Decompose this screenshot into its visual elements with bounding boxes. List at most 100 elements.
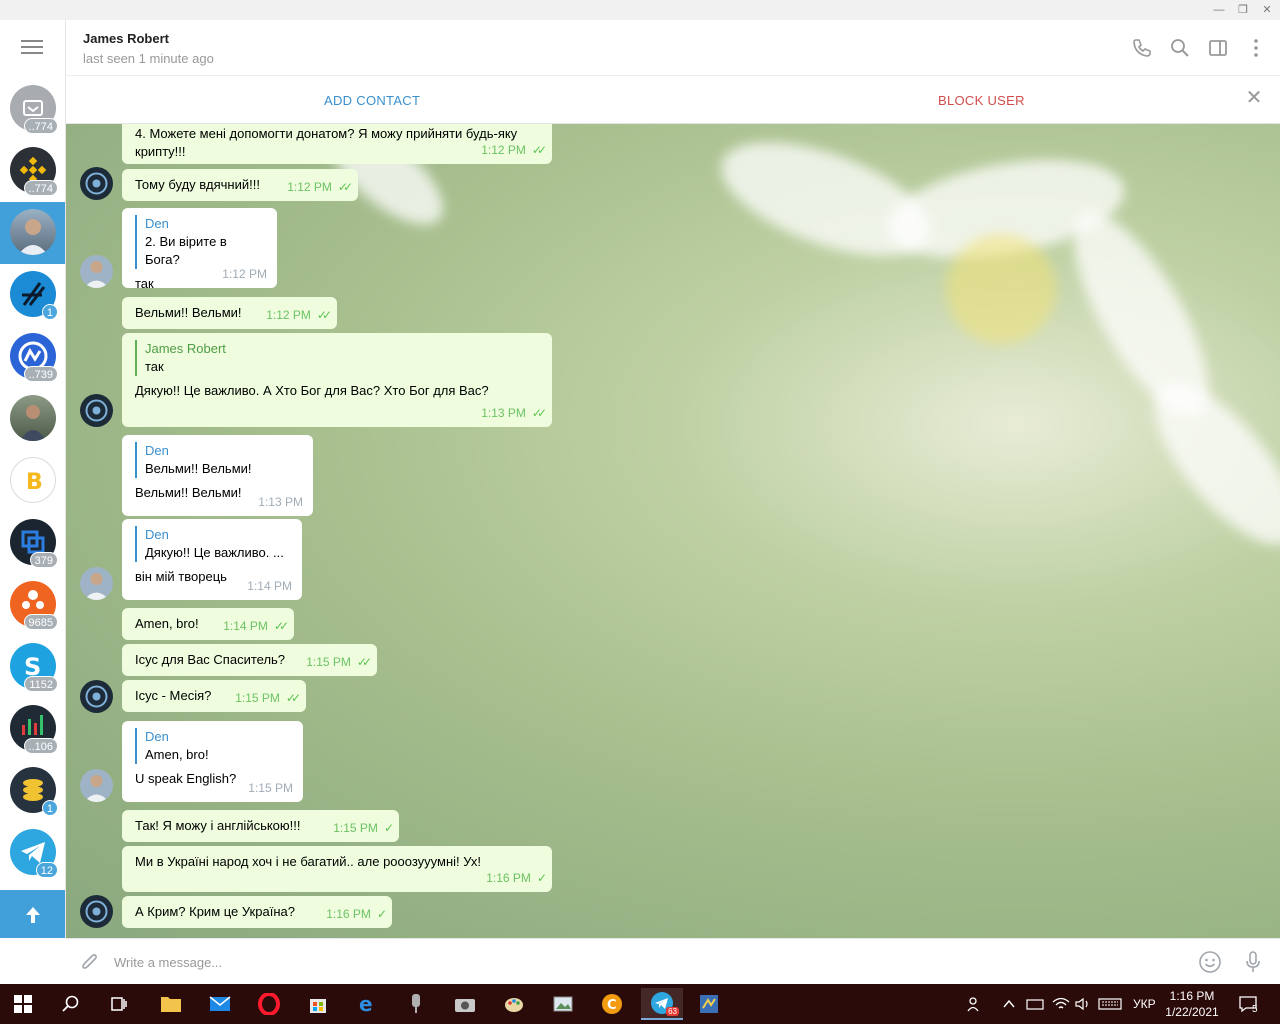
sender-avatar[interactable] bbox=[80, 567, 113, 600]
message-input[interactable] bbox=[114, 951, 1114, 973]
search-icon[interactable] bbox=[1169, 37, 1191, 59]
file-explorer-icon[interactable] bbox=[154, 988, 188, 1020]
image-viewer-icon[interactable] bbox=[546, 988, 580, 1020]
chat-header: James Robert last seen 1 minute ago bbox=[66, 20, 1280, 76]
unread-badge: 1 bbox=[41, 304, 58, 320]
phone-icon[interactable] bbox=[1131, 37, 1153, 59]
notifications-icon[interactable]: 5 bbox=[1238, 984, 1258, 1024]
message-incoming[interactable]: Den Дякую!! Це важливо. ... він мій твор… bbox=[122, 519, 302, 600]
message-outgoing[interactable]: Amen, bro! 1:14 PM ✓✓ bbox=[122, 608, 294, 640]
system-clock[interactable]: 1:16 PM 1/22/2021 bbox=[1162, 988, 1222, 1020]
message-outgoing[interactable]: James Robert так Дякую!! Це важливо. А Х… bbox=[122, 333, 552, 427]
message-outgoing[interactable]: Вельми!! Вельми! 1:12 PM ✓✓ bbox=[122, 297, 337, 329]
sender-avatar[interactable] bbox=[80, 255, 113, 288]
message-text: Ми в Україні народ хоч і не багатий.. ал… bbox=[135, 854, 482, 869]
add-contact-button[interactable]: ADD CONTACT bbox=[324, 93, 420, 108]
message-outgoing[interactable]: 4. Можете мені допомогти донатом? Я можу… bbox=[122, 124, 552, 164]
message-list[interactable]: 4. Можете мені допомогти донатом? Я можу… bbox=[66, 124, 1280, 938]
sender-avatar[interactable] bbox=[80, 680, 113, 713]
sidebar-toggle-icon[interactable] bbox=[1207, 37, 1229, 59]
chat-item-10[interactable]: S 1152 bbox=[0, 636, 65, 698]
reply-author: Den bbox=[145, 216, 169, 231]
reply-quote[interactable]: Den 2. Ви вірите в Бога? bbox=[135, 215, 264, 269]
chat-item-11[interactable]: ..106 bbox=[0, 698, 65, 760]
paperclip-icon[interactable] bbox=[80, 951, 100, 973]
message-outgoing[interactable]: А Крим? Крим це Україна? 1:16 PM ✓ bbox=[122, 896, 392, 928]
chevron-up-icon[interactable] bbox=[1002, 984, 1016, 1024]
windows-start-icon[interactable] bbox=[6, 988, 40, 1020]
peer-name[interactable]: James Robert bbox=[83, 31, 169, 46]
chat-item-james-robert[interactable] bbox=[0, 202, 65, 264]
unread-badge: 379 bbox=[29, 552, 58, 568]
chat-item-7[interactable]: B bbox=[0, 450, 65, 512]
minimize-button[interactable]: — bbox=[1208, 2, 1230, 18]
message-incoming[interactable]: Den Вельми!! Вельми! Вельми!! Вельми! 1:… bbox=[122, 435, 313, 516]
message-time-row: 1:14 PM ✓✓ bbox=[223, 617, 289, 635]
mail-icon[interactable] bbox=[203, 988, 237, 1020]
close-window-button[interactable]: ✕ bbox=[1256, 2, 1278, 18]
volume-icon[interactable] bbox=[1074, 984, 1092, 1024]
wifi-icon[interactable] bbox=[1052, 984, 1070, 1024]
telegram-taskbar-icon[interactable]: 63 bbox=[641, 988, 683, 1020]
input-language[interactable]: УКР bbox=[1133, 984, 1156, 1024]
chat-item-12[interactable]: 1 bbox=[0, 760, 65, 822]
reply-author: Den bbox=[145, 729, 169, 744]
message-outgoing[interactable]: Тому буду вдячний!!! 1:12 PM ✓✓ bbox=[122, 169, 358, 201]
microphone-app-icon[interactable] bbox=[399, 988, 433, 1020]
close-icon[interactable]: ✕ bbox=[1244, 88, 1264, 108]
clock-date: 1/22/2021 bbox=[1165, 1005, 1219, 1019]
message-incoming[interactable]: Den Amen, bro! U speak English? 1:15 PM bbox=[122, 721, 303, 802]
message-outgoing[interactable]: Ісус для Вас Спаситель? 1:15 PM ✓✓ bbox=[122, 644, 377, 676]
reply-quote[interactable]: Den Amen, bro! bbox=[135, 728, 290, 764]
chat-item-binance[interactable]: ..774 bbox=[0, 140, 65, 202]
chat-item-13[interactable]: 12 bbox=[0, 822, 65, 884]
message-outgoing[interactable]: Ісус - Месія? 1:15 PM ✓✓ bbox=[122, 680, 306, 712]
reply-author: Den bbox=[145, 443, 169, 458]
block-user-button[interactable]: BLOCK USER bbox=[938, 93, 1025, 108]
camera-icon[interactable] bbox=[448, 988, 482, 1020]
reply-text: Amen, bro! bbox=[145, 747, 209, 762]
message-text: А Крим? Крим це Україна? bbox=[135, 904, 295, 919]
reply-quote[interactable]: James Robert так bbox=[135, 340, 539, 376]
peer-last-seen: last seen 1 minute ago bbox=[83, 51, 214, 66]
opera-browser-icon[interactable] bbox=[252, 988, 286, 1020]
microphone-icon[interactable] bbox=[1244, 950, 1262, 974]
edge-browser-icon[interactable]: e bbox=[350, 988, 384, 1020]
chat-item-4[interactable]: 1 bbox=[0, 264, 65, 326]
tray-app-icon[interactable] bbox=[1026, 984, 1044, 1024]
svg-text:e: e bbox=[359, 993, 373, 1015]
sender-avatar[interactable] bbox=[80, 394, 113, 427]
reply-quote[interactable]: Den Вельми!! Вельми! bbox=[135, 442, 300, 478]
reply-quote[interactable]: Den Дякую!! Це важливо. ... bbox=[135, 526, 289, 562]
coin-app-icon[interactable]: C bbox=[595, 988, 629, 1020]
chat-item-9[interactable]: 9685 bbox=[0, 574, 65, 636]
hamburger-menu-icon[interactable] bbox=[21, 40, 43, 56]
message-incoming[interactable]: Den 2. Ви вірите в Бога? так 1:12 PM bbox=[122, 208, 277, 291]
more-options-icon[interactable] bbox=[1245, 37, 1267, 59]
keyboard-icon[interactable] bbox=[1098, 984, 1122, 1024]
chat-item-6[interactable] bbox=[0, 388, 65, 450]
chat-item-8[interactable]: 379 bbox=[0, 512, 65, 574]
store-icon[interactable] bbox=[301, 988, 335, 1020]
paint-icon[interactable] bbox=[497, 988, 531, 1020]
message-time: 1:13 PM bbox=[481, 406, 526, 420]
people-icon[interactable] bbox=[966, 984, 984, 1024]
message-outgoing[interactable]: Так! Я можу і англійською!!! 1:15 PM ✓ bbox=[122, 810, 399, 842]
chat-item-archive[interactable]: ..774 bbox=[0, 78, 65, 140]
sender-avatar[interactable] bbox=[80, 895, 113, 928]
message-text: Дякую!! Це важливо. А Хто Бог для Вас? Х… bbox=[135, 383, 489, 398]
task-view-icon[interactable] bbox=[102, 988, 136, 1020]
clock-time: 1:16 PM bbox=[1169, 989, 1215, 1003]
unread-badge: ..739 bbox=[23, 366, 58, 382]
message-outgoing[interactable]: Ми в Україні народ хоч і не багатий.. ал… bbox=[122, 846, 552, 892]
restore-button[interactable]: ❐ bbox=[1232, 2, 1254, 18]
search-icon[interactable] bbox=[54, 988, 88, 1020]
window-titlebar: — ❐ ✕ bbox=[0, 0, 1280, 20]
message-time: 1:15 PM bbox=[235, 691, 280, 705]
app-shortcut-icon[interactable] bbox=[692, 988, 726, 1020]
sender-avatar[interactable] bbox=[80, 167, 113, 200]
chat-item-5[interactable]: ..739 bbox=[0, 326, 65, 388]
scroll-to-top-button[interactable] bbox=[0, 890, 65, 938]
sender-avatar[interactable] bbox=[80, 769, 113, 802]
emoji-icon[interactable] bbox=[1198, 950, 1222, 974]
